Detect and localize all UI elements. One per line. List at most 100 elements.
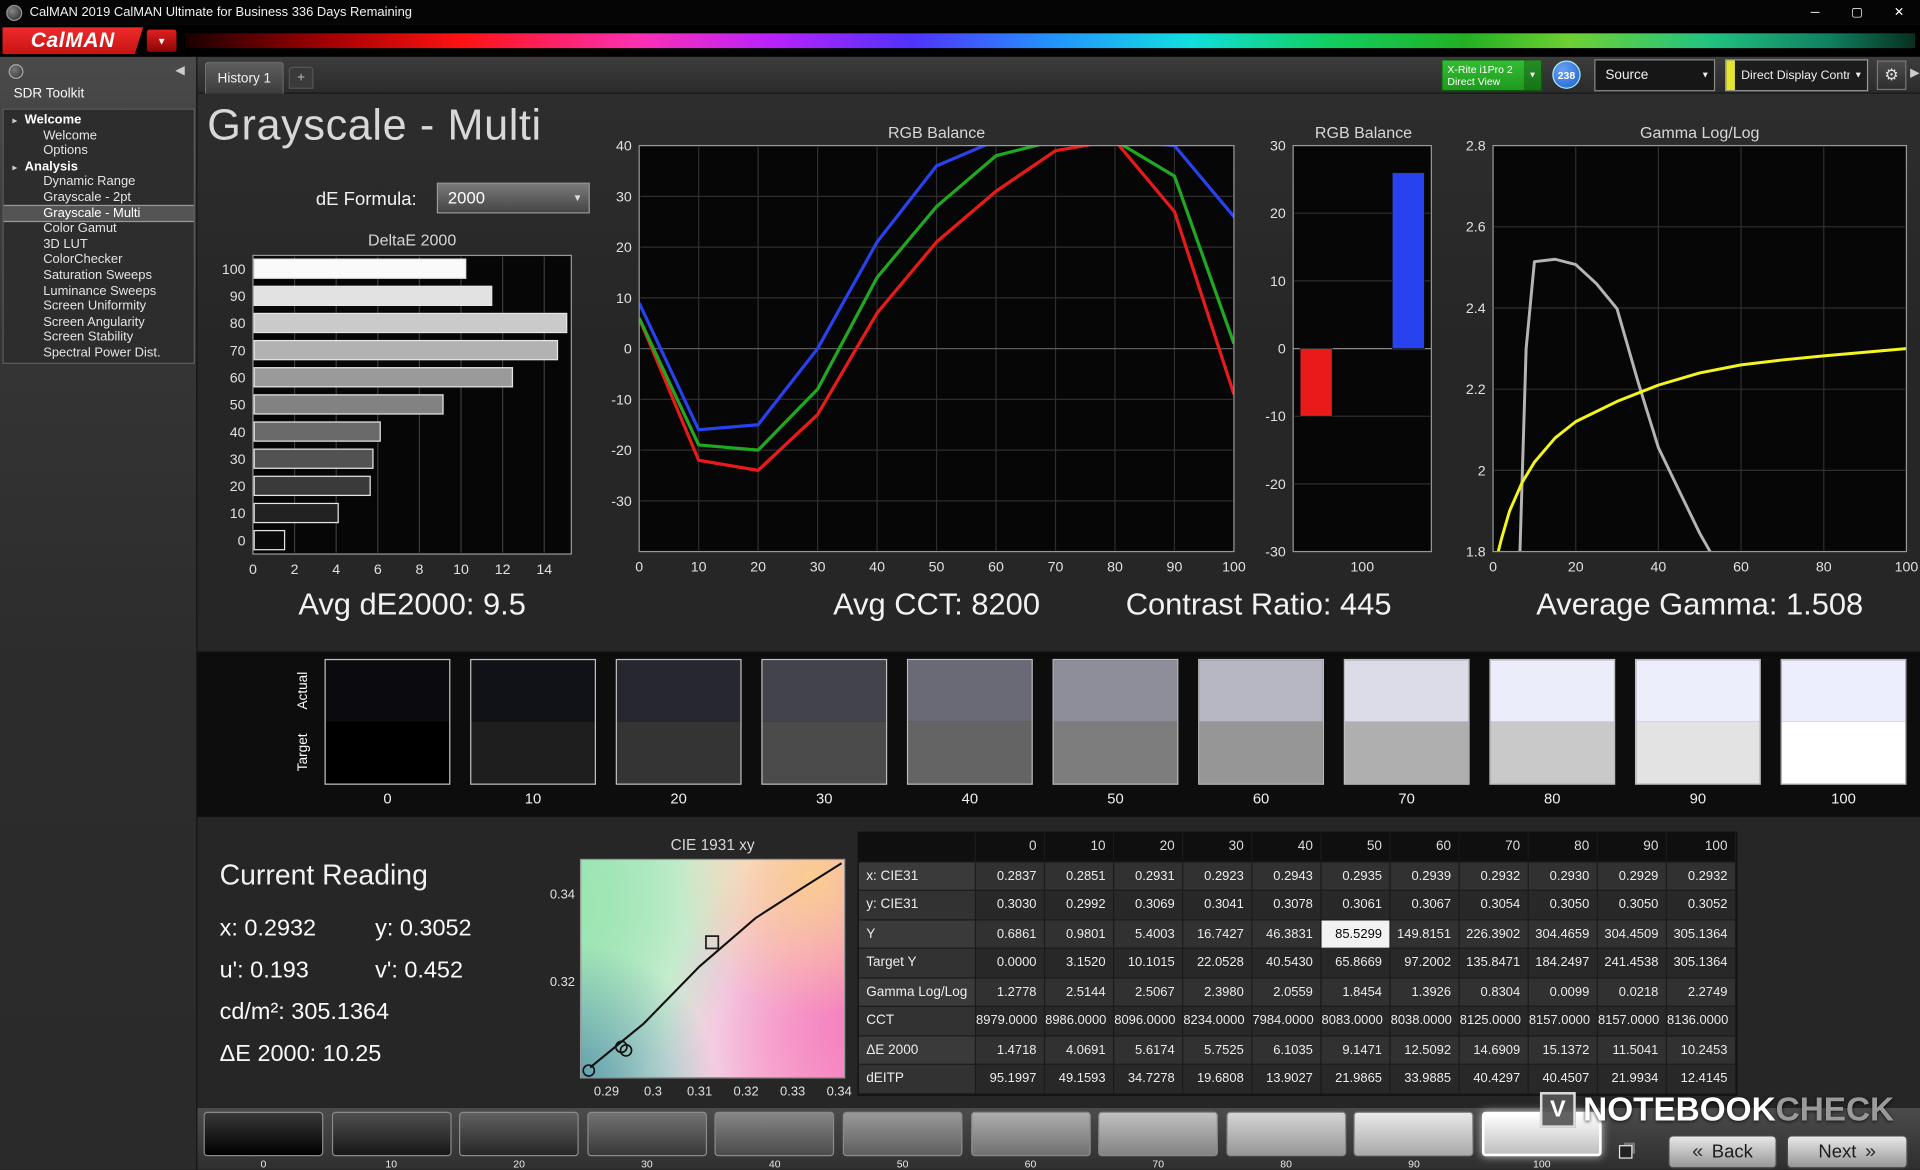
maximize-button[interactable]: ▢ (1836, 0, 1878, 25)
sidebar-item-welcome[interactable]: Welcome (4, 128, 194, 144)
table-cell: 2.5144 (1045, 977, 1115, 1007)
sidebar-item-welcome[interactable]: ▸ Welcome (4, 112, 194, 128)
grayscale-swatch-20 (615, 658, 742, 785)
settings-button[interactable]: ⚙ (1876, 60, 1907, 91)
level-button-90[interactable] (1354, 1111, 1474, 1157)
table-cell: 2.3980 (1183, 977, 1253, 1007)
svg-text:-20: -20 (1265, 477, 1286, 493)
next-label: Next (1818, 1141, 1857, 1163)
panel-expand-button[interactable]: ▶ (1910, 67, 1920, 81)
sidebar-item-3d-lut[interactable]: 3D LUT (4, 237, 194, 253)
tab-history-1[interactable]: History 1 (204, 61, 284, 94)
level-button-0[interactable] (203, 1111, 324, 1157)
level-button-70[interactable] (1098, 1111, 1219, 1157)
sidebar-item-grayscale-multi[interactable]: Grayscale - Multi (3, 204, 194, 223)
svg-text:40: 40 (1651, 559, 1667, 575)
svg-text:40: 40 (616, 139, 632, 155)
swatch-target (1636, 721, 1760, 784)
notebookcheck-watermark: V NOTEBOOK CHECK (1539, 1090, 1895, 1129)
next-button[interactable]: Next » (1786, 1135, 1908, 1169)
svg-text:12: 12 (495, 562, 511, 578)
level-button-30[interactable] (587, 1111, 707, 1157)
svg-text:30: 30 (1270, 139, 1286, 155)
level-button-80[interactable] (1226, 1111, 1346, 1157)
svg-text:-30: -30 (611, 494, 632, 510)
level-button-40[interactable] (714, 1111, 835, 1157)
table-cell: 12.5092 (1390, 1035, 1460, 1065)
sidebar-item-label: ColorChecker (43, 252, 123, 267)
svg-text:2: 2 (291, 562, 299, 578)
svg-text:20: 20 (1568, 559, 1584, 575)
notebookcheck-logo-icon: V (1539, 1092, 1576, 1128)
brand-menu-button[interactable]: ▼ (146, 29, 177, 52)
sidebar-item-label: 3D LUT (43, 236, 88, 252)
level-button-60[interactable] (970, 1111, 1091, 1157)
tree-arrow-icon: ▸ (12, 114, 18, 126)
sidebar-item-dynamic-range[interactable]: Dynamic Range (4, 174, 194, 190)
svg-text:70: 70 (1048, 559, 1064, 575)
sidebar-item-saturation-sweeps[interactable]: Saturation Sweeps (4, 268, 194, 284)
minimize-button[interactable]: ─ (1794, 0, 1836, 25)
swatch-actual (471, 660, 595, 722)
table-cell: 8157.0000 (1528, 1006, 1598, 1036)
level-button-10[interactable] (331, 1111, 452, 1157)
contrast-ratio-stat: Contrast Ratio: 445 (1125, 587, 1392, 622)
sidebar-item-grayscale-2pt[interactable]: Grayscale - 2pt (4, 190, 194, 206)
sidebar-item-spectral-power-dist[interactable]: Spectral Power Dist. (4, 345, 194, 361)
svg-text:0.34: 0.34 (827, 1084, 852, 1099)
meter-line1: X-Rite i1Pro 2 (1447, 62, 1513, 76)
level-button-label: 10 (385, 1157, 398, 1170)
swatch-target (762, 721, 886, 784)
sidebar-item-screen-stability[interactable]: Screen Stability (4, 330, 194, 346)
sidebar-item-label: Luminance Sweeps (43, 283, 157, 299)
sidebar-item-colorchecker[interactable]: ColorChecker (4, 252, 194, 268)
sidebar-item-screen-angularity[interactable]: Screen Angularity (4, 314, 194, 330)
chevron-down-icon: ▼ (156, 35, 167, 47)
titlebar: CalMAN 2019 CalMAN Ultimate for Business… (0, 0, 1920, 25)
svg-text:60: 60 (988, 559, 1004, 575)
meter-dropdown[interactable]: X-Rite i1Pro 2 Direct View ▼ (1441, 59, 1543, 92)
table-cell: 8096.0000 (1114, 1006, 1184, 1036)
table-cell: 0.3050 (1597, 890, 1668, 920)
reading-x: x: 0.2932 (219, 915, 317, 942)
current-reading-values: x: 0.2932 y: 0.3052 u': 0.193 v': 0.452 cd/m… (220, 916, 590, 1084)
table-col-header: 90 (1597, 832, 1668, 862)
sidebar-item-analysis[interactable]: ▸ Analysis (4, 159, 194, 175)
next-chevrons-icon: » (1865, 1140, 1877, 1162)
table-cell: 13.9027 (1252, 1064, 1322, 1094)
watermark-text-notebook: NOTEBOOK (1583, 1090, 1776, 1128)
table-row-label: ΔE 2000 (858, 1035, 977, 1065)
sidebar-item-luminance-sweeps[interactable]: Luminance Sweeps (4, 283, 194, 299)
sidebar-collapse-button[interactable]: ◀ (175, 64, 185, 78)
de-formula-select[interactable]: 2000 ▼ (436, 182, 590, 214)
table-cell: 0.3050 (1528, 890, 1598, 920)
grayscale-swatch-30 (761, 658, 888, 785)
table-row-label: Target Y (858, 948, 977, 978)
grayscale-swatch-0 (324, 658, 451, 785)
back-button[interactable]: « Back (1668, 1135, 1777, 1169)
sidebar-item-options[interactable]: Options (4, 143, 194, 159)
swatch-label: 100 (1831, 789, 1856, 807)
watermark-text-check: CHECK (1775, 1090, 1895, 1128)
sidebar-item-screen-uniformity[interactable]: Screen Uniformity (4, 299, 194, 315)
meter-count-badge[interactable]: 238 (1552, 60, 1581, 89)
avg-gamma-stat: Average Gamma: 1.508 (1536, 587, 1864, 622)
table-cell: 149.8151 (1390, 919, 1460, 949)
svg-text:20: 20 (1270, 206, 1286, 222)
table-cell: 0.2943 (1252, 861, 1322, 891)
add-tab-button[interactable]: + (288, 66, 314, 89)
svg-text:0.32: 0.32 (734, 1084, 759, 1099)
table-cell: 184.2497 (1528, 948, 1598, 978)
calman-logo[interactable]: CalMAN (2, 27, 144, 55)
level-button-50[interactable] (842, 1111, 963, 1157)
back-chevrons-icon: « (1692, 1140, 1704, 1162)
layers-icon[interactable] (1618, 1145, 1633, 1159)
close-button[interactable]: ✕ (1878, 0, 1920, 25)
sidebar-item-color-gamut[interactable]: Color Gamut (4, 221, 194, 237)
level-button-label: 0 (260, 1157, 267, 1170)
reading-v: v': 0.452 (375, 957, 464, 984)
display-control-dropdown[interactable]: Direct Display Control ▼ (1725, 59, 1869, 92)
grayscale-swatch-50 (1052, 658, 1179, 785)
level-button-20[interactable] (459, 1111, 579, 1157)
source-dropdown[interactable]: Source ▼ (1594, 59, 1716, 92)
